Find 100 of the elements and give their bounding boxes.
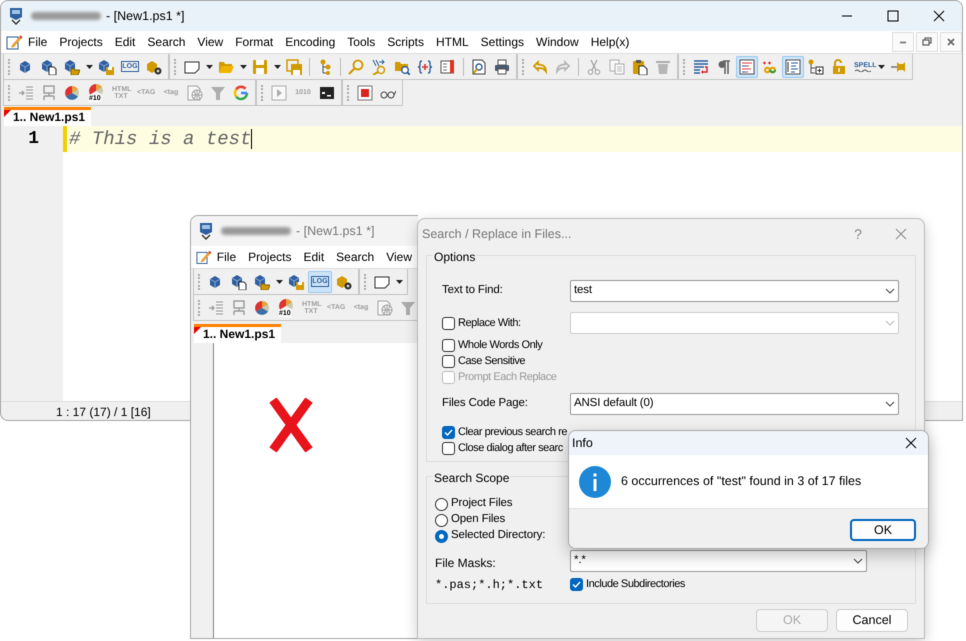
checkbox[interactable] <box>442 338 455 352</box>
field-label: Files Code Page: <box>442 396 529 412</box>
numbered-list-icon <box>785 58 801 74</box>
menu-item[interactable]: Scripts <box>381 33 430 51</box>
field-label: File Masks: <box>435 555 497 572</box>
restore-document-button[interactable] <box>916 32 938 52</box>
minimize-document-button[interactable] <box>892 32 914 52</box>
cube-folder-icon <box>254 274 270 290</box>
hint-text: *.pas;*.h;*.txt <box>435 577 544 594</box>
radio-label: Project Files <box>451 496 512 512</box>
info-icon <box>579 466 611 498</box>
text-cursor <box>251 129 252 149</box>
trash-icon <box>655 58 671 74</box>
radio-button[interactable] <box>435 530 448 542</box>
checkbox-label: Close dialog after searc <box>458 440 563 456</box>
note-icon <box>374 274 390 290</box>
window-title: - [New1.ps1 *] <box>106 8 186 25</box>
replace-with-field[interactable] <box>570 312 899 334</box>
checkbox[interactable] <box>442 426 455 438</box>
ok-button[interactable]: OK <box>850 518 916 540</box>
menu-item[interactable]: Projects <box>242 248 298 266</box>
document-tab[interactable]: 1.. New1.ps1 <box>194 324 282 343</box>
code-page-field[interactable]: ANSI default (0) <box>570 393 899 415</box>
replace-icon <box>371 58 387 74</box>
tree-structure-icon <box>231 300 247 316</box>
close-document-icon <box>946 37 956 47</box>
chevron-icon <box>885 320 895 326</box>
checkmark-icon <box>572 580 581 588</box>
indent-icon <box>18 84 34 100</box>
menu-item[interactable]: Window <box>530 33 585 51</box>
dialog-button[interactable]: Cancel <box>836 609 908 632</box>
caret-icon <box>396 280 402 284</box>
checkbox[interactable] <box>442 316 455 330</box>
caret-icon <box>274 64 280 68</box>
checkbox[interactable] <box>442 354 455 368</box>
cube-disk-icon <box>288 274 304 290</box>
close-icon <box>933 10 945 22</box>
menu-item[interactable]: Tools <box>341 33 382 51</box>
radio-button[interactable] <box>435 498 448 510</box>
menu-item[interactable]: Search <box>330 248 380 266</box>
tree-structure-icon <box>41 84 57 100</box>
chevron-icon <box>853 558 863 564</box>
menu-item[interactable]: Encoding <box>279 33 342 51</box>
checkbox[interactable] <box>442 442 455 454</box>
menu-item[interactable]: Help(x) <box>584 33 636 51</box>
menu-item[interactable]: View <box>191 33 230 51</box>
redacted-text <box>31 12 101 20</box>
copy-icon <box>609 58 625 74</box>
chevron-icon <box>885 401 895 407</box>
radio-label: Selected Directory: <box>451 528 546 544</box>
indent-icon <box>208 300 224 316</box>
maximize-icon <box>887 10 899 22</box>
cube-folder-icon <box>64 58 80 74</box>
cube-document-icon <box>231 274 247 290</box>
line-number: 1 <box>27 128 40 150</box>
menu-item[interactable]: Format <box>229 33 280 51</box>
cube-disk-icon <box>98 58 114 74</box>
braces-icon <box>417 58 433 74</box>
toolbar-button[interactable] <box>736 56 758 78</box>
menu-item[interactable]: Search <box>141 33 192 51</box>
tree-add-icon <box>808 58 824 74</box>
menu-item[interactable]: Edit <box>108 33 142 51</box>
menu-item[interactable]: File <box>210 248 242 266</box>
radio-button[interactable] <box>435 514 448 526</box>
chevron-icon <box>885 288 895 294</box>
disks-icon <box>286 58 302 74</box>
text-lines-icon <box>739 58 755 74</box>
menu-item[interactable]: View <box>380 248 418 266</box>
console-icon <box>319 84 335 100</box>
checkbox[interactable] <box>570 578 583 590</box>
edit-document-icon <box>196 249 211 265</box>
cube-gear-icon <box>336 274 352 290</box>
globe-page-icon <box>377 300 393 316</box>
toolbar-button[interactable] <box>782 56 804 78</box>
document-tab[interactable]: 1.. New1.ps1 <box>4 107 92 126</box>
checkbox-label: Whole Words Only <box>458 338 542 353</box>
close-document-button[interactable] <box>940 32 962 52</box>
word-wrap-icon <box>693 58 709 74</box>
redo-icon <box>555 58 571 74</box>
edit-document-icon <box>6 34 22 50</box>
checkbox-label: Clear previous search re <box>458 424 568 440</box>
text-to-find-field[interactable]: test <box>570 280 899 302</box>
checkbox-label: Replace With: <box>458 316 521 331</box>
undo-icon <box>532 58 548 74</box>
menu-item[interactable]: File <box>22 33 54 51</box>
paste-icon <box>632 58 648 74</box>
caret-icon <box>240 64 246 68</box>
menu-item[interactable]: HTML <box>430 33 475 51</box>
checkbox-label: Case Sensitive <box>458 354 526 369</box>
filter-icon <box>400 300 416 316</box>
menu-item[interactable]: Edit <box>297 248 330 266</box>
menu-item[interactable]: Projects <box>53 33 109 51</box>
minimize-document-icon <box>899 40 907 44</box>
play-icon <box>271 84 287 100</box>
menu-item[interactable]: Settings <box>474 33 530 51</box>
caret-icon <box>206 64 212 68</box>
note-icon <box>184 58 200 74</box>
file-masks-field[interactable]: *.* <box>570 550 867 572</box>
dialog-title: Info <box>572 434 594 452</box>
scissors-icon <box>586 58 602 74</box>
